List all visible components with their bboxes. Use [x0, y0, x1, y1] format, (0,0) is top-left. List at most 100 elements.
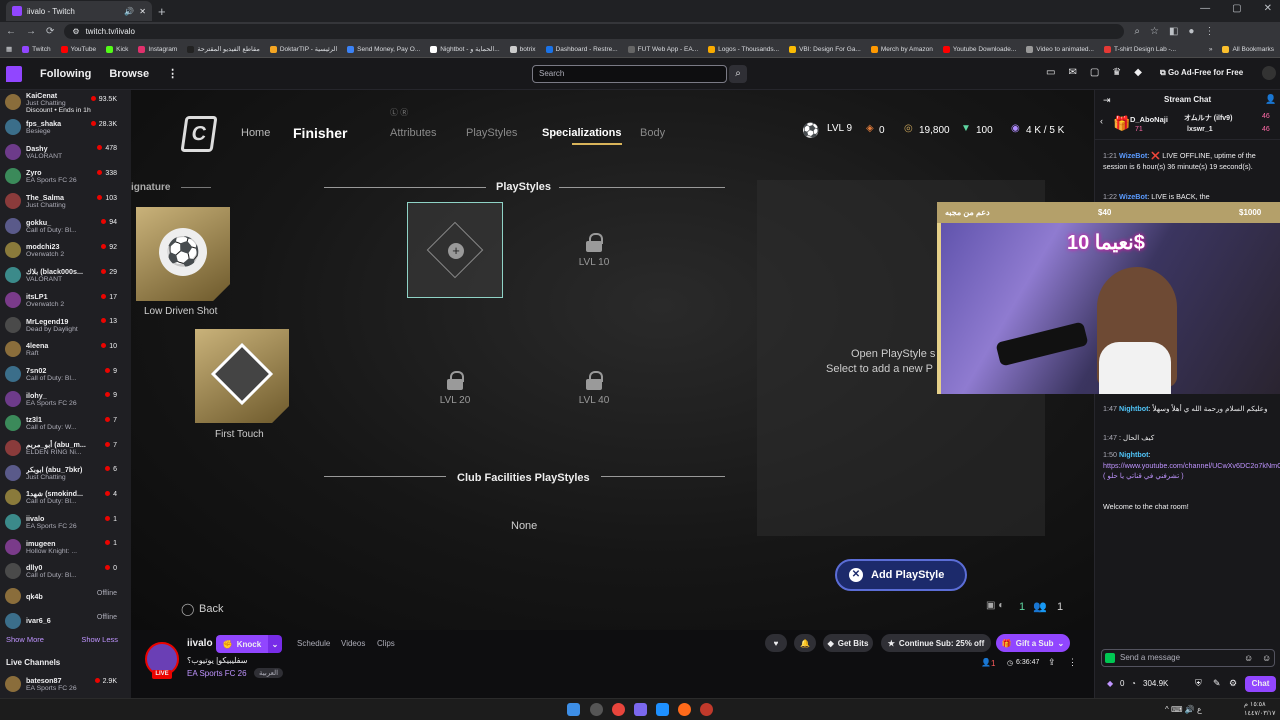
chat-send-button[interactable]: Chat — [1245, 676, 1276, 692]
add-playstyle-button[interactable]: ✕ Add PlayStyle — [835, 559, 967, 591]
top-user-3[interactable]: lxswr_1 — [1187, 126, 1213, 133]
sidebar-channel[interactable]: The_Salma Just Chatting 103 — [0, 189, 131, 214]
bookmark-item[interactable]: botrix — [509, 45, 536, 53]
sidebar-channel[interactable]: بلاك (black000s... VALORANT 29 — [0, 263, 131, 288]
channel-points[interactable]: 304.9K — [1143, 679, 1168, 688]
bookmark-item[interactable]: Kick — [106, 45, 128, 53]
chat-users-icon[interactable]: 👤 — [1265, 94, 1276, 105]
bookmark-item[interactable]: Instagram — [138, 45, 177, 53]
all-bookmarks[interactable]: All Bookmarks — [1222, 45, 1274, 53]
bookmark-item[interactable]: FUT Web App - EA... — [627, 45, 698, 53]
browser-tab[interactable]: iivalo - Twitch 🔊 ✕ — [6, 1, 152, 21]
tray-icons[interactable]: ^ ⌨ 🔊 ع — [1165, 705, 1202, 714]
stream-game[interactable]: EA Sports FC 26 — [187, 669, 247, 678]
bookmark-item[interactable]: YouTube — [60, 45, 96, 53]
tab-audio-icon[interactable]: 🔊 — [124, 7, 134, 16]
firefox-icon[interactable] — [678, 703, 691, 716]
crown-icon[interactable]: ♛ — [1112, 67, 1121, 78]
site-info-icon[interactable]: ⚙ — [72, 27, 79, 36]
sidebar-channel[interactable]: itsLP1 Overwatch 2 17 — [0, 288, 131, 313]
sidebar-channel[interactable]: KaiCenat Just Chatting Discount • Ends in … — [0, 90, 131, 115]
clock-date[interactable]: ١٤٤٧/٠٣/١٧ — [1244, 709, 1276, 717]
sidebar-channel[interactable]: modchi23 Overwatch 2 92 — [0, 238, 131, 263]
sidebar-channel[interactable]: Zyro EA Sports FC 26 338 — [0, 164, 131, 189]
sidebar-channel[interactable]: أبو_مريم (abu_m... ELDEN RING Ni... 7 — [0, 436, 131, 461]
game-tab-body[interactable]: Body — [640, 127, 665, 139]
bookmark-item[interactable]: Twitch — [22, 45, 51, 53]
prev-icon[interactable]: ‹ — [1100, 116, 1103, 126]
bookmark-item[interactable]: Video to animated... — [1026, 45, 1094, 53]
sidebar-channel[interactable]: 4leena Raft 10 — [0, 337, 131, 362]
sidebar-channel[interactable]: MrLegend19 Dead by Daylight 13 — [0, 312, 131, 337]
sidebar-channel[interactable]: dlly0 Call of Duty: Bl... 0 — [0, 559, 131, 584]
bookmark-item[interactable]: VBI: Design For Ga... — [789, 45, 861, 53]
language-tag[interactable]: العربية — [254, 668, 284, 678]
nav-browse[interactable]: Browse — [109, 68, 149, 80]
drops-icon[interactable]: ◆ — [1134, 67, 1142, 78]
extensions-icon[interactable]: ◧ — [1169, 26, 1178, 37]
bookmarks-overflow-icon[interactable]: » — [1209, 46, 1213, 53]
emote-icon[interactable]: ☺ — [1244, 653, 1253, 663]
clips-link[interactable]: Clips — [377, 639, 395, 648]
channel-name[interactable]: iivalo — [187, 638, 213, 649]
notification-bell-icon[interactable]: 🔔 — [794, 634, 816, 652]
chrome-icon[interactable] — [612, 703, 625, 716]
game-tab-home[interactable]: Home — [241, 127, 270, 139]
subscriptions-icon[interactable]: ▭ — [1046, 67, 1055, 78]
search-input[interactable]: Search — [532, 65, 727, 83]
game-tab-playstyles[interactable]: PlayStyles — [466, 127, 517, 139]
zoom-icon[interactable]: ⌕ — [1134, 26, 1140, 37]
show-less-link[interactable]: Show Less — [81, 635, 118, 644]
schedule-link[interactable]: Schedule — [297, 639, 330, 648]
more-options-icon[interactable]: ⋮ — [1068, 657, 1077, 668]
sidebar-channel[interactable]: شهد1 (smokind... Call of Duty: Bl... 4 — [0, 485, 131, 510]
bookmark-item[interactable]: Send Money, Pay O... — [347, 45, 420, 53]
profile-icon[interactable]: ● — [1188, 26, 1194, 37]
minimize-icon[interactable]: — — [1200, 3, 1210, 14]
continue-sub-button[interactable]: ★ Continue Sub: 25% off — [881, 634, 991, 652]
start-icon[interactable] — [567, 703, 580, 716]
bookmark-item[interactable]: Merch by Amazon — [870, 45, 933, 53]
show-more-link[interactable]: Show More — [6, 635, 44, 644]
bookmark-item[interactable]: Logos - Thousands... — [708, 45, 779, 53]
sidebar-channel[interactable]: iivalo EA Sports FC 26 1 — [0, 510, 131, 535]
pencil-icon[interactable]: ✎ — [1213, 678, 1221, 689]
new-tab-button[interactable]: + — [158, 4, 166, 19]
more-icon[interactable]: ⋮ — [167, 67, 178, 80]
search-icon[interactable]: ⌕ — [729, 65, 747, 83]
settings-icon[interactable]: ⚙ — [1229, 678, 1237, 689]
nav-following[interactable]: Following — [40, 68, 91, 80]
avatar[interactable] — [1262, 66, 1276, 80]
sidebar-channel[interactable]: ابوبكر (abu_7bkr) Just Chatting 6 — [0, 460, 131, 485]
sidebar-channel[interactable]: ilohy_ EA Sports FC 26 9 — [0, 386, 131, 411]
shield-icon[interactable]: ⛨ — [1195, 678, 1202, 689]
sidebar-channel[interactable]: imugeen Hollow Knight: ... 1 — [0, 534, 131, 559]
sidebar-channel[interactable]: Dashy VALORANT 478 — [0, 139, 131, 164]
bookmark-item[interactable]: DoktarTIP - الرئيسية — [269, 45, 337, 53]
sidebar-channel[interactable]: gokku_ Call of Duty: Bl... 94 — [0, 213, 131, 238]
taskbar-search-icon[interactable] — [590, 703, 603, 716]
inbox-icon[interactable]: ✉ — [1068, 67, 1076, 78]
maximize-icon[interactable]: ▢ — [1232, 3, 1241, 14]
sidebar-channel[interactable]: fps_shaka Besiege 28.3K — [0, 115, 131, 140]
sidebar-channel[interactable]: 7sn02 Call of Duty: Bl... 9 — [0, 362, 131, 387]
follow-heart-icon[interactable]: ♥ — [765, 634, 787, 652]
app-icon[interactable] — [656, 703, 669, 716]
tab-close-icon[interactable]: ✕ — [139, 7, 146, 16]
forward-icon[interactable]: → — [26, 26, 36, 37]
get-bits-button[interactable]: ◆ Get Bits — [823, 634, 873, 652]
gift-sub-button[interactable]: 🎁 Gift a Sub ⌄ — [996, 634, 1070, 652]
knock-button[interactable]: ✊ Knock — [216, 635, 268, 653]
back-icon[interactable]: ← — [6, 26, 16, 37]
collapse-chat-icon[interactable]: ⇥ — [1103, 95, 1111, 106]
game-tab-specializations[interactable]: Specializations — [542, 127, 621, 139]
sidebar-channel[interactable]: qk4b Offline — [0, 584, 131, 609]
bookmark-item[interactable]: T-shirt Design Lab -... — [1103, 45, 1176, 53]
game-tab-attributes[interactable]: Attributes — [390, 127, 436, 139]
game-tab-finisher[interactable]: Finisher — [293, 125, 347, 141]
menu-icon[interactable]: ⋮ — [1204, 26, 1214, 37]
sidebar-channel[interactable]: ivar6_6 Offline — [0, 608, 131, 633]
discord-icon[interactable] — [634, 703, 647, 716]
ad-free-button[interactable]: ⧉ Go Ad-Free for Free — [1160, 68, 1243, 78]
emoji-icon[interactable]: ☺ — [1262, 653, 1271, 663]
